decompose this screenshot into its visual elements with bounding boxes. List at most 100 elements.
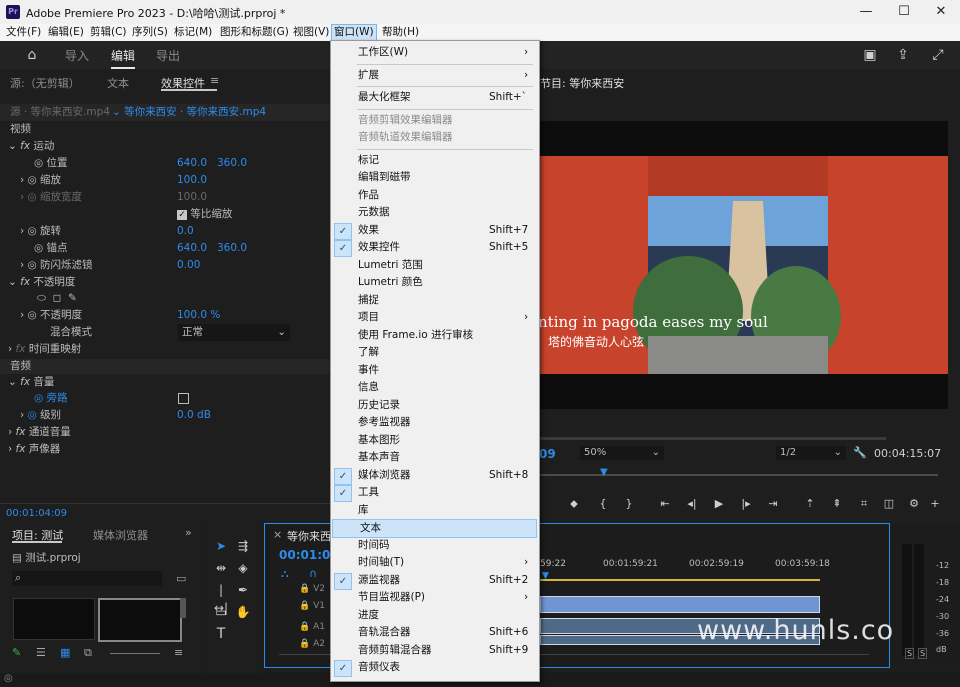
rectangle-tool-icon[interactable]: ▭ [212, 603, 230, 621]
window-menu-item[interactable]: 使用 Frame.io 进行审核 [331, 327, 537, 344]
track-v1[interactable]: 🔒 V1 [299, 601, 325, 611]
pencil-icon[interactable]: ✎ [12, 646, 21, 659]
zoom-slider[interactable] [110, 653, 160, 654]
extract-icon[interactable]: ⇞ [830, 497, 844, 511]
scale-value[interactable]: 100.0 [177, 172, 207, 189]
play-icon[interactable]: ▶ [712, 497, 726, 511]
mask-tools[interactable]: ⬭ ◻ ✎ [37, 290, 77, 307]
home-icon[interactable]: ⌂ [23, 46, 41, 64]
window-menu-item[interactable]: ✓ 音频仪表 [331, 659, 537, 677]
ripple-edit-tool-icon[interactable]: ⇹ [212, 559, 230, 577]
menu-window[interactable]: 窗口(W) [331, 24, 377, 41]
window-menu-item[interactable]: 基本声音 [331, 449, 537, 466]
volume-effect[interactable]: ⌄ fx 音量 [8, 374, 54, 391]
window-menu-item[interactable]: 标记 [331, 152, 537, 169]
timeline-tab[interactable]: 等你来西 [287, 528, 331, 544]
go-to-out-icon[interactable]: ⇥ [766, 497, 780, 511]
step-forward-icon[interactable]: |▸ [739, 497, 753, 511]
work-area-bar[interactable] [540, 579, 820, 581]
sort-icon[interactable]: ≡ [174, 646, 183, 659]
close-icon[interactable]: ✕ [933, 4, 949, 20]
program-monitor-title[interactable]: 节目: 等你来西安 [540, 75, 624, 91]
tab-text[interactable]: 文本 [107, 75, 129, 91]
hand-tool-icon[interactable]: ✋ [234, 603, 252, 621]
window-menu-item[interactable]: 时间轴(T) › [331, 554, 537, 571]
anchor-x[interactable]: 640.0 [177, 240, 207, 257]
window-menu-item[interactable]: 项目 › [331, 309, 537, 326]
window-menu-item[interactable]: 信息 [331, 379, 537, 396]
type-tool-icon[interactable]: T [212, 625, 230, 643]
bypass-checkbox[interactable] [178, 393, 189, 404]
uniform-scale-checkbox[interactable]: ✓ 等比缩放 [177, 206, 232, 223]
solo-left-button[interactable]: S [905, 648, 915, 659]
window-menu-item[interactable]: 历史记录 [331, 397, 537, 414]
project-scrollbar[interactable] [180, 598, 186, 618]
project-search-input[interactable]: ⌕ [12, 571, 162, 586]
list-view-icon[interactable]: ☰ [36, 646, 46, 659]
razor-tool-icon[interactable]: ◈ [234, 559, 252, 577]
minimize-icon[interactable]: — [858, 4, 874, 20]
icon-view-icon[interactable]: ▦ [60, 646, 70, 659]
menu-file[interactable]: 文件(F) [4, 25, 43, 40]
window-menu-item[interactable]: 进度 [331, 607, 537, 624]
menu-sequence[interactable]: 序列(S) [130, 25, 170, 40]
opacity-value[interactable]: 100.0 % [177, 307, 220, 324]
program-scrollbar[interactable] [538, 437, 886, 440]
window-menu-item[interactable]: 作品 [331, 187, 537, 204]
position-x[interactable]: 640.0 [177, 155, 207, 172]
window-menu-item[interactable]: 编辑到磁带 [331, 169, 537, 186]
flicker-value[interactable]: 0.00 [177, 257, 200, 274]
window-menu-item[interactable]: 音频剪辑混合器 Shift+9 [331, 642, 537, 659]
zoom-select[interactable]: 50% ⌄ [580, 446, 664, 460]
tab-export[interactable]: 导出 [156, 47, 180, 64]
window-menu-item[interactable]: 捕捉 [331, 292, 537, 309]
menu-graphics[interactable]: 图形和标题(G) [218, 25, 291, 40]
timeline-playhead-icon[interactable]: ▼ [542, 571, 549, 581]
window-menu-item[interactable]: 事件 [331, 362, 537, 379]
window-menu-item[interactable]: 参考监视器 [331, 414, 537, 431]
add-marker-icon[interactable]: ⬥ [567, 497, 581, 511]
panel-menu-icon[interactable]: ≡ [210, 74, 219, 87]
window-menu-item[interactable]: 扩展 › [331, 67, 537, 84]
window-menu-item[interactable]: 了解 [331, 344, 537, 361]
mark-in-icon[interactable]: { [596, 497, 610, 511]
window-menu-item[interactable]: Lumetri 颜色 [331, 274, 537, 291]
menu-view[interactable]: 视图(V) [291, 25, 331, 40]
opacity-effect[interactable]: ⌄ fx 不透明度 [8, 274, 75, 291]
panner-effect[interactable]: › fx 声像器 [8, 441, 60, 458]
blend-mode-select[interactable]: 正常 ⌄ [178, 324, 290, 341]
tab-import[interactable]: 导入 [65, 47, 89, 64]
snap-icon[interactable]: ⛬ [281, 567, 289, 581]
maximize-icon[interactable]: ☐ [896, 4, 912, 20]
window-menu-item[interactable]: 元数据 [331, 204, 537, 221]
position-y[interactable]: 360.0 [217, 155, 247, 172]
step-back-icon[interactable]: ◂| [685, 497, 699, 511]
selection-tool-icon[interactable]: ➤ [212, 537, 230, 555]
track-a1[interactable]: 🔒 A1 [299, 622, 325, 632]
close-tab-icon[interactable]: × [273, 528, 282, 541]
media-thumbnail[interactable] [98, 598, 182, 642]
mark-out-icon[interactable]: } [622, 497, 636, 511]
quick-export-icon[interactable]: ▣ [861, 46, 879, 64]
window-menu-item[interactable]: 基本图形 [331, 432, 537, 449]
program-timeline-ruler[interactable] [538, 474, 938, 476]
menu-clip[interactable]: 剪辑(C) [88, 25, 129, 40]
program-timecode-left[interactable]: 09 [539, 447, 556, 461]
window-menu-item[interactable]: ✓ 媒体浏览器 Shift+8 [331, 467, 537, 485]
track-v2[interactable]: 🔒 V2 [299, 584, 325, 594]
solo-right-button[interactable]: S [918, 648, 928, 659]
rotation-value[interactable]: 0.0 [177, 223, 194, 240]
tab-source[interactable]: 源:（无剪辑） [10, 75, 80, 91]
go-to-in-icon[interactable]: ⇤ [658, 497, 672, 511]
resolution-select[interactable]: 1/2 ⌄ [776, 446, 846, 460]
freeform-view-icon[interactable]: ⧉ [84, 646, 92, 660]
window-menu-item[interactable]: 工作区(W) › [331, 44, 537, 61]
panel-overflow-icon[interactable]: » [185, 526, 192, 539]
slip-tool-icon[interactable]: |↔| [212, 581, 230, 615]
window-menu-item[interactable]: ✓ 效果控件 Shift+5 [331, 239, 537, 257]
wrench-icon[interactable]: 🔧 [853, 446, 867, 459]
effect-controls-timecode[interactable]: 00:01:04:09 [6, 505, 67, 522]
export-frame-icon[interactable]: ⌗ [857, 497, 871, 511]
window-menu-item[interactable]: 文本 [332, 519, 537, 538]
track-select-tool-icon[interactable]: ⇶ [234, 537, 252, 555]
